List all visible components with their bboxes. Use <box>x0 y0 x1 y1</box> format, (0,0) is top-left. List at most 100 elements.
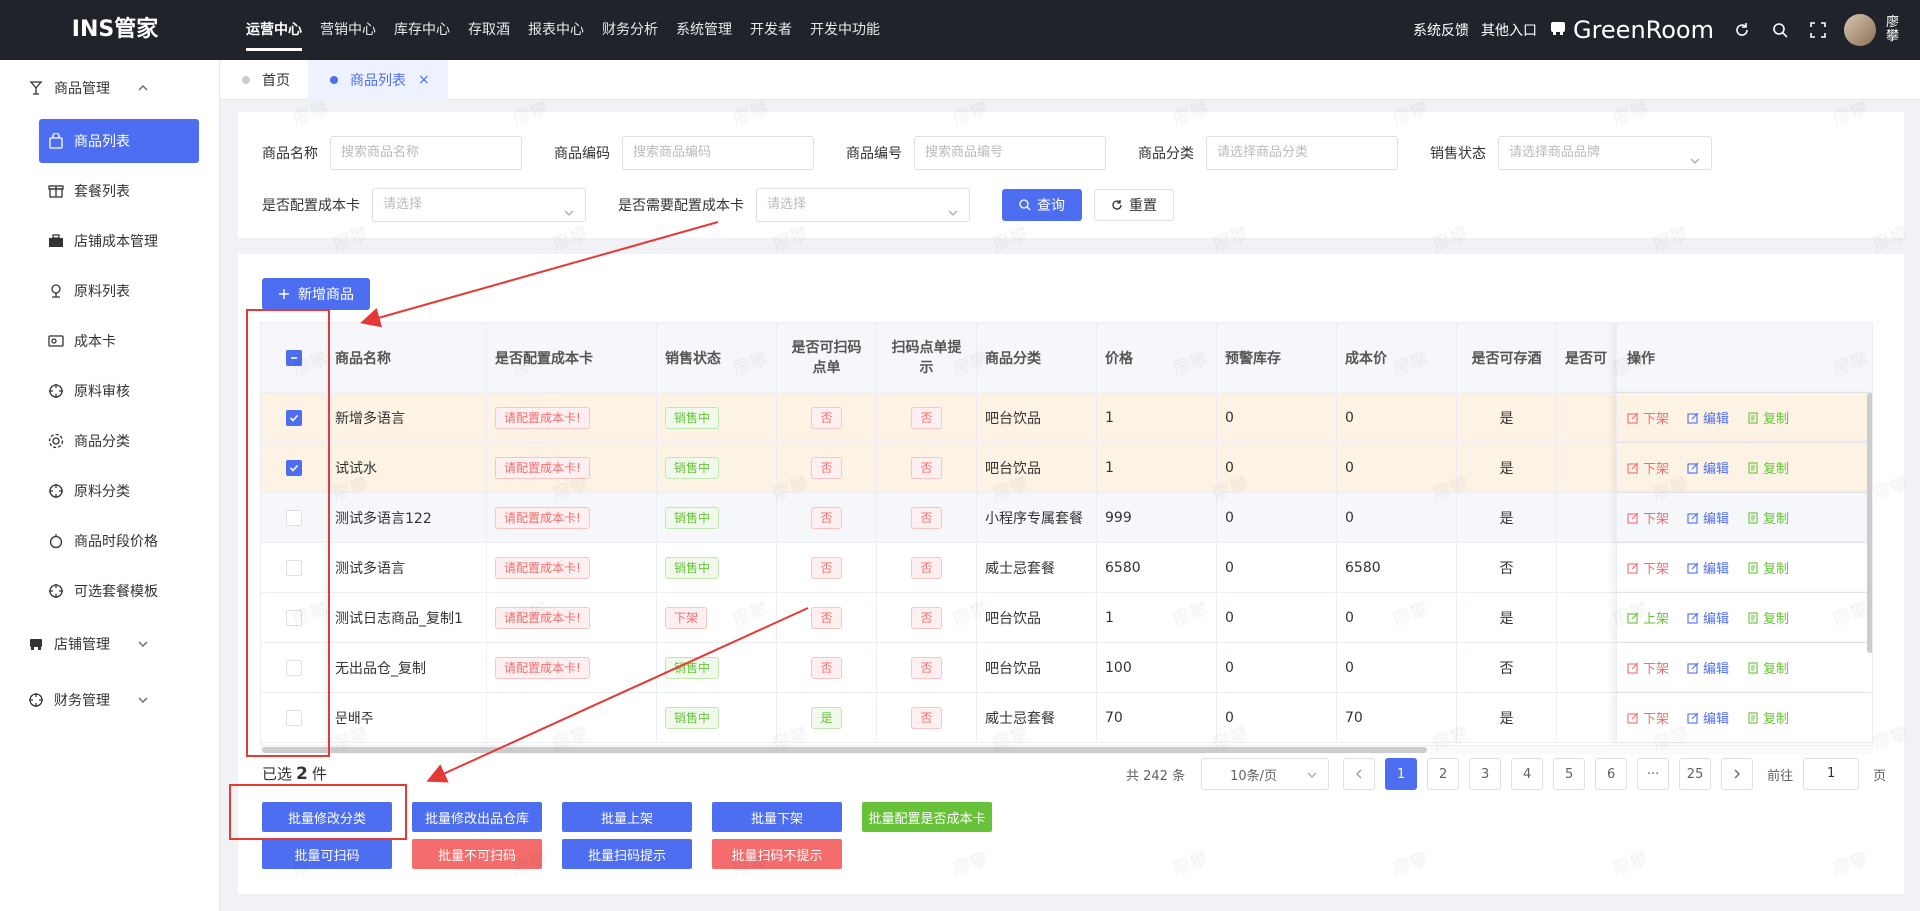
toggle-listing-button[interactable]: 上架 <box>1627 608 1669 627</box>
sidebar-item-material-category[interactable]: 原料分类 <box>0 466 219 516</box>
col-status[interactable]: 销售状态 <box>657 323 777 392</box>
col-warn-stock[interactable]: 预警库存 <box>1217 323 1337 392</box>
search-icon[interactable] <box>1768 18 1792 42</box>
batch-scannable-button[interactable]: 批量可扫码 <box>262 839 392 869</box>
cost-card-tag[interactable]: 请配置成本卡! <box>495 456 590 479</box>
goto-page-input[interactable]: 1 <box>1803 758 1860 790</box>
row-checkbox[interactable] <box>285 709 302 726</box>
product-no-input[interactable]: 搜索商品编号 <box>914 136 1106 170</box>
copy-button[interactable]: 复制 <box>1747 558 1789 577</box>
batch-change-warehouse-button[interactable]: 批量修改出品仓库 <box>412 802 542 832</box>
nav-finance[interactable]: 财务分析 <box>602 0 658 60</box>
scroll-thumb[interactable] <box>262 747 1427 753</box>
col-category[interactable]: 商品分类 <box>977 323 1097 392</box>
next-page-button[interactable] <box>1721 758 1754 790</box>
select-all-checkbox[interactable] <box>285 349 302 366</box>
vertical-scrollbar[interactable] <box>1867 393 1872 653</box>
fullscreen-icon[interactable] <box>1806 18 1830 42</box>
edit-button[interactable]: 编辑 <box>1687 658 1729 677</box>
toggle-listing-button[interactable]: 下架 <box>1627 408 1669 427</box>
col-name[interactable]: 商品名称 <box>327 323 487 392</box>
copy-button[interactable]: 复制 <box>1747 408 1789 427</box>
col-scan-tip[interactable]: 扫码点单提示 <box>877 323 977 392</box>
product-category-input[interactable]: 请选择商品分类 <box>1206 136 1398 170</box>
app-logo[interactable]: INS管家 <box>0 0 230 60</box>
edit-button[interactable]: 编辑 <box>1687 458 1729 477</box>
batch-unscannable-button[interactable]: 批量不可扫码 <box>412 839 542 869</box>
page-button[interactable]: 1 <box>1385 758 1418 790</box>
copy-button[interactable]: 复制 <box>1747 608 1789 627</box>
col-cost-card[interactable]: 是否配置成本卡 <box>487 323 657 392</box>
page-button[interactable]: 4 <box>1511 758 1544 790</box>
page-button[interactable]: 5 <box>1553 758 1586 790</box>
nav-operations[interactable]: 运营中心 <box>246 0 302 60</box>
edit-button[interactable]: 编辑 <box>1687 708 1729 727</box>
toggle-listing-button[interactable]: 下架 <box>1627 658 1669 677</box>
menu-group-product[interactable]: 商品管理 <box>0 60 219 116</box>
page-size-select[interactable]: 10条/页 <box>1201 758 1330 790</box>
col-price[interactable]: 价格 <box>1097 323 1217 392</box>
sidebar-item-package-template[interactable]: 可选套餐模板 <box>0 566 219 616</box>
row-checkbox[interactable] <box>285 609 302 626</box>
close-icon[interactable]: × <box>418 72 430 88</box>
add-product-button[interactable]: 新增商品 <box>262 278 370 310</box>
product-name-input[interactable]: 搜索商品名称 <box>330 136 522 170</box>
copy-button[interactable]: 复制 <box>1747 458 1789 477</box>
tab-home[interactable]: 首页 <box>220 60 308 100</box>
nav-reports[interactable]: 报表中心 <box>528 0 584 60</box>
cost-card-tag[interactable]: 请配置成本卡! <box>495 556 590 579</box>
sidebar-item-product-category[interactable]: 商品分类 <box>0 416 219 466</box>
page-button[interactable]: 6 <box>1595 758 1628 790</box>
col-cost-price[interactable]: 成本价 <box>1337 323 1457 392</box>
batch-cost-card-button[interactable]: 批量配置是否成本卡 <box>862 802 992 832</box>
edit-button[interactable]: 编辑 <box>1687 508 1729 527</box>
sales-status-select[interactable]: 请选择商品品牌 <box>1498 136 1712 170</box>
cost-card-tag[interactable]: 请配置成本卡! <box>495 656 590 679</box>
cost-card-tag[interactable]: 请配置成本卡! <box>495 406 590 429</box>
toggle-listing-button[interactable]: 下架 <box>1627 458 1669 477</box>
toggle-listing-button[interactable]: 下架 <box>1627 558 1669 577</box>
page-button[interactable]: 3 <box>1469 758 1502 790</box>
col-scan[interactable]: 是否可扫码点单 <box>777 323 877 392</box>
menu-group-store[interactable]: 店铺管理 <box>0 616 219 672</box>
nav-marketing[interactable]: 营销中心 <box>320 0 376 60</box>
nav-system[interactable]: 系统管理 <box>676 0 732 60</box>
store-switcher[interactable]: GreenRoom <box>1549 16 1714 44</box>
prev-page-button[interactable] <box>1343 758 1376 790</box>
more-pages-button[interactable]: ··· <box>1637 758 1670 790</box>
row-checkbox[interactable] <box>285 559 302 576</box>
sidebar-item-material-list[interactable]: 原料列表 <box>0 266 219 316</box>
sidebar-item-time-price[interactable]: 商品时段价格 <box>0 516 219 566</box>
nav-in-dev[interactable]: 开发中功能 <box>810 0 880 60</box>
page-button[interactable]: 25 <box>1679 758 1712 790</box>
feedback-link[interactable]: 系统反馈 <box>1413 20 1469 40</box>
tab-product-list[interactable]: 商品列表 × <box>308 60 448 100</box>
toggle-listing-button[interactable]: 下架 <box>1627 708 1669 727</box>
toggle-listing-button[interactable]: 下架 <box>1627 508 1669 527</box>
horizontal-scrollbar[interactable] <box>260 746 1873 754</box>
sidebar-item-package-list[interactable]: 套餐列表 <box>0 166 219 216</box>
row-checkbox[interactable] <box>285 509 302 526</box>
row-checkbox[interactable] <box>285 409 302 426</box>
sidebar-item-cost-card[interactable]: 成本卡 <box>0 316 219 366</box>
need-cost-card-select[interactable]: 请选择 <box>756 188 970 222</box>
nav-inventory[interactable]: 库存中心 <box>394 0 450 60</box>
refresh-icon[interactable] <box>1730 18 1754 42</box>
cost-card-tag[interactable]: 请配置成本卡! <box>495 606 590 629</box>
copy-button[interactable]: 复制 <box>1747 708 1789 727</box>
copy-button[interactable]: 复制 <box>1747 658 1789 677</box>
sidebar-item-product-list[interactable]: 商品列表 <box>39 119 199 163</box>
nav-wine-storage[interactable]: 存取酒 <box>468 0 510 60</box>
cost-card-tag[interactable]: 请配置成本卡! <box>495 506 590 529</box>
batch-scan-tip-button[interactable]: 批量扫码提示 <box>562 839 692 869</box>
product-code-input[interactable]: 搜索商品编码 <box>622 136 814 170</box>
batch-list-button[interactable]: 批量上架 <box>562 802 692 832</box>
sidebar-item-material-review[interactable]: 原料审核 <box>0 366 219 416</box>
nav-developer[interactable]: 开发者 <box>750 0 792 60</box>
batch-delist-button[interactable]: 批量下架 <box>712 802 842 832</box>
edit-button[interactable]: 编辑 <box>1687 558 1729 577</box>
col-storable[interactable]: 是否可存酒 <box>1457 323 1557 392</box>
edit-button[interactable]: 编辑 <box>1687 608 1729 627</box>
batch-change-category-button[interactable]: 批量修改分类 <box>262 802 392 832</box>
row-checkbox[interactable] <box>285 659 302 676</box>
